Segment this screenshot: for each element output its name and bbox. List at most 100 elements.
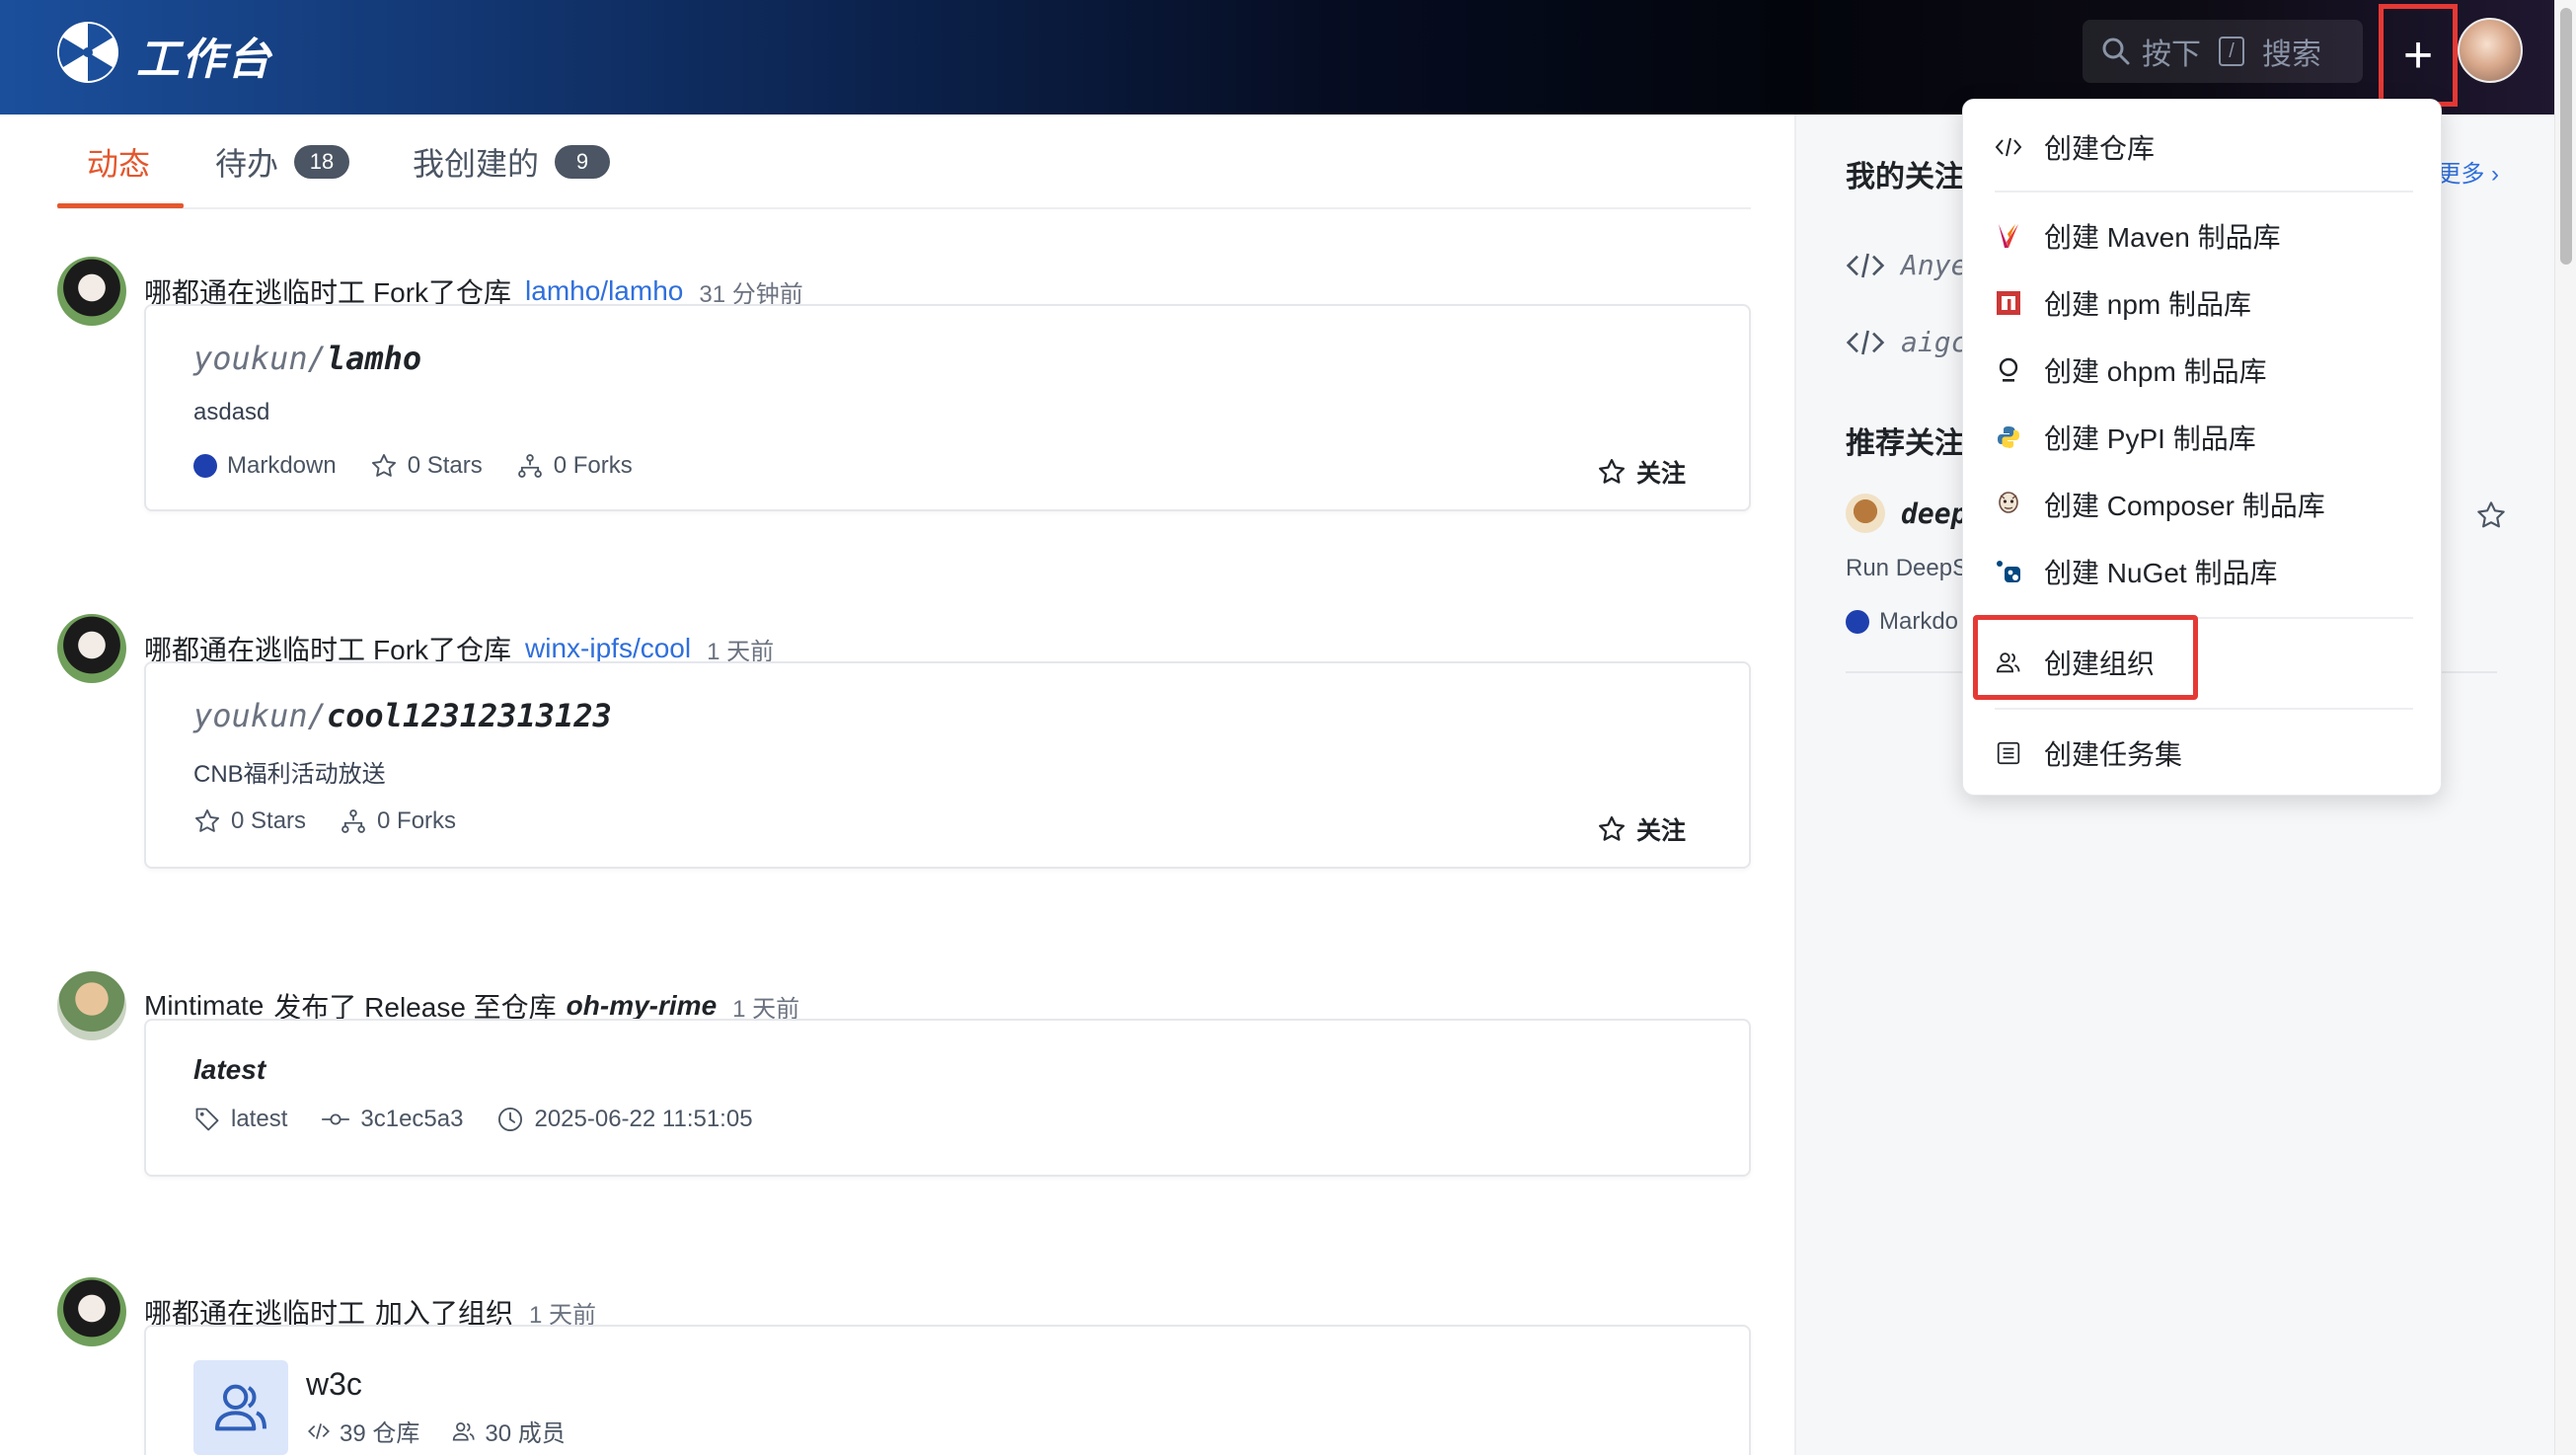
watch-label: 关注: [1636, 811, 1686, 847]
avatar[interactable]: [57, 1277, 126, 1346]
organization-card[interactable]: w3c 39 仓库 30 成员: [144, 1325, 1751, 1455]
organization-name[interactable]: w3c: [306, 1366, 362, 1403]
menu-item-create-pypi[interactable]: 创建 PyPI 制品库: [1995, 418, 2256, 457]
feed-tabs: 动态 待办 18 我创建的 9: [57, 115, 1751, 209]
code-icon: [1995, 133, 2022, 161]
create-plus-button[interactable]: +: [2379, 4, 2458, 107]
member-count: 30 成员: [451, 1414, 565, 1448]
search-box[interactable]: 按下 / 搜索: [2083, 20, 2363, 83]
followed-repo[interactable]: aigc: [1846, 326, 1967, 358]
menu-item-create-nuget[interactable]: 创建 NuGet 制品库: [1995, 552, 2277, 591]
recommended-repo-avatar: [1846, 494, 1885, 533]
organization-meta: 39 仓库 30 成员: [306, 1414, 597, 1448]
followed-repo-name: aigc: [1901, 326, 1967, 358]
app-title[interactable]: 工作台: [136, 24, 272, 87]
language-dot: [193, 454, 217, 478]
menu-item-label: 创建 Maven 制品库: [2044, 216, 2281, 256]
recommended-repo-language: Markdo: [1846, 608, 1958, 636]
tab-todo[interactable]: 待办 18: [215, 115, 349, 209]
actor-name[interactable]: Mintimate: [144, 990, 264, 1022]
create-dropdown-menu: 创建仓库 创建 Maven 制品库 创建 npm 制品库 创建 ohpm 制品库…: [1962, 99, 2442, 796]
release-name[interactable]: latest: [193, 1054, 265, 1086]
fork-icon: [340, 807, 367, 835]
star-icon: [1597, 814, 1627, 844]
more-label: 更多: [2437, 161, 2484, 188]
pypi-icon: [1995, 423, 2022, 451]
user-avatar[interactable]: [2458, 18, 2523, 83]
stars-count: 0 Stars: [408, 452, 483, 480]
release-datetime: 2025-06-22 11:51:05: [534, 1106, 752, 1133]
more-link[interactable]: 更多 ›: [2437, 154, 2499, 189]
tab-label: 待办: [215, 139, 278, 185]
language: Markdown: [193, 452, 337, 480]
avatar[interactable]: [57, 257, 126, 326]
forks: 0 Forks: [516, 452, 633, 480]
repo-meta: 0 Stars 0 Forks: [193, 807, 490, 835]
page-scrollbar[interactable]: [2554, 0, 2576, 1455]
task-list-icon: [1995, 739, 2022, 767]
repo-name: lamho: [327, 340, 421, 377]
repo-full-name[interactable]: youkun/cool12312313123: [193, 697, 612, 734]
release-card[interactable]: latest latest 3c1ec5a3 2025-06-22 11:51:…: [144, 1019, 1751, 1177]
commit-hash: 3c1ec5a3: [360, 1106, 463, 1133]
watch-button[interactable]: 关注: [1597, 811, 1686, 847]
menu-item-create-organization[interactable]: 创建组织: [1995, 643, 2155, 682]
menu-item-create-maven[interactable]: 创建 Maven 制品库: [1995, 216, 2281, 256]
menu-item-label: 创建任务集: [2044, 733, 2182, 773]
recommended-repo-description: Run DeepS: [1846, 555, 1968, 582]
organization-icon: [209, 1376, 272, 1439]
star-icon[interactable]: [2475, 499, 2507, 531]
menu-item-create-composer[interactable]: 创建 Composer 制品库: [1995, 485, 2325, 524]
watch-label: 关注: [1636, 454, 1686, 490]
code-icon: [1846, 250, 1885, 281]
repo-owner: youkun/: [193, 697, 327, 734]
menu-item-create-npm[interactable]: 创建 npm 制品库: [1995, 283, 2251, 323]
watch-button[interactable]: 关注: [1597, 454, 1686, 490]
nuget-icon: [1995, 558, 2022, 585]
following-title: 我的关注: [1846, 152, 1964, 195]
language-label: Markdo: [1879, 608, 1958, 636]
stars: 0 Stars: [370, 452, 483, 480]
forks: 0 Forks: [340, 807, 456, 835]
avatar[interactable]: [57, 614, 126, 683]
commit: 3c1ec5a3: [321, 1106, 463, 1133]
recommended-repo[interactable]: deep: [1846, 494, 1967, 533]
menu-item-label: 创建 npm 制品库: [2044, 283, 2251, 323]
fork-icon: [516, 452, 544, 480]
commit-icon: [321, 1106, 350, 1133]
top-bar: 工作台 按下 / 搜索 +: [0, 0, 2554, 115]
repo-card[interactable]: youkun/cool12312313123 CNB福利活动放送 0 Stars…: [144, 661, 1751, 869]
ohpm-icon: [1995, 356, 2022, 384]
followed-repo[interactable]: Anye: [1846, 249, 1967, 281]
menu-item-label: 创建 Composer 制品库: [2044, 485, 2325, 524]
avatar[interactable]: [57, 971, 126, 1040]
repo-full-name[interactable]: youkun/lamho: [193, 340, 421, 377]
release-meta: latest 3c1ec5a3 2025-06-22 11:51:05: [193, 1106, 787, 1133]
logo-icon[interactable]: [55, 20, 120, 85]
menu-item-create-ohpm[interactable]: 创建 ohpm 制品库: [1995, 350, 2267, 390]
scrollbar-thumb[interactable]: [2560, 8, 2572, 265]
maven-icon: [1995, 222, 2022, 250]
target-repo-link[interactable]: oh-my-rime: [567, 990, 717, 1022]
tab-activity[interactable]: 动态: [87, 115, 150, 209]
tab-created[interactable]: 我创建的 9: [413, 115, 610, 209]
menu-item-label: 创建组织: [2044, 643, 2155, 682]
repo-name: cool12312313123: [327, 697, 612, 734]
tag-label: latest: [231, 1106, 287, 1133]
members-icon: [451, 1418, 477, 1444]
target-repo-link[interactable]: winx-ipfs/cool: [525, 633, 691, 664]
menu-item-create-task-set[interactable]: 创建任务集: [1995, 733, 2182, 773]
tag-icon: [193, 1106, 221, 1133]
star-icon: [1597, 457, 1627, 487]
organization-avatar[interactable]: [193, 1360, 288, 1455]
todo-count-badge: 18: [294, 145, 349, 179]
composer-icon: [1995, 491, 2022, 518]
forks-count: 0 Forks: [554, 452, 633, 480]
repo-card[interactable]: youkun/lamho asdasd Markdown 0 Stars 0 F…: [144, 304, 1751, 511]
menu-item-label: 创建仓库: [2044, 127, 2155, 167]
menu-item-create-repo[interactable]: 创建仓库: [1995, 127, 2155, 167]
clock-icon: [496, 1106, 524, 1133]
release-date: 2025-06-22 11:51:05: [496, 1106, 752, 1133]
target-repo-link[interactable]: lamho/lamho: [525, 275, 683, 307]
menu-separator: [1995, 191, 2413, 192]
